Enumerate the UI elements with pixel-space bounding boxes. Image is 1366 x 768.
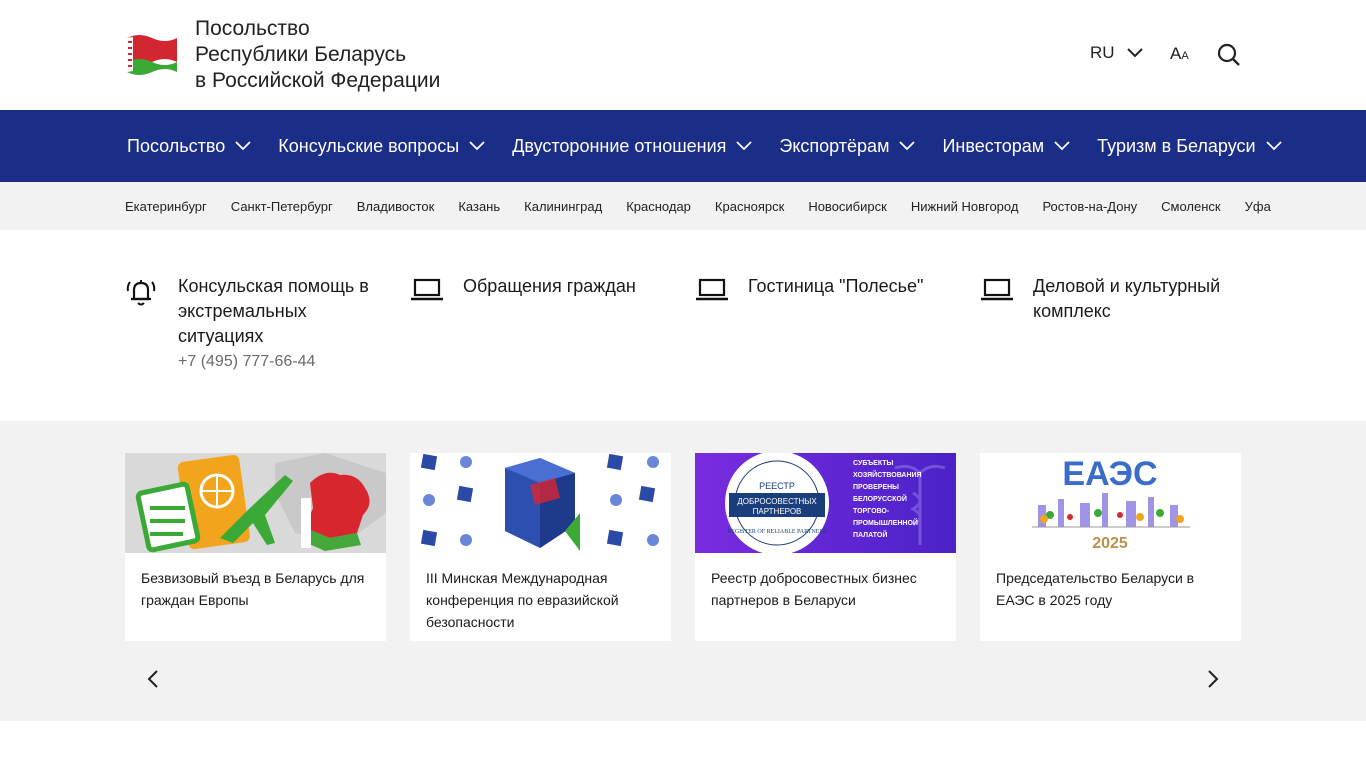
nav-item-label: Инвесторам <box>942 135 1045 156</box>
news-card-reliable-partners[interactable]: РЕЕСТР ДОБРОСОВЕСТНЫХ ПАРТНЕРОВ REGISTER… <box>695 453 956 641</box>
quick-link-citizens-appeals[interactable]: Обращения граждан <box>410 274 636 306</box>
language-label: RU <box>1090 43 1115 62</box>
card-title-line1: III Минская Международная <box>426 570 608 586</box>
font-size-toggle[interactable]: AA <box>1170 44 1189 64</box>
card-image <box>125 453 386 553</box>
card-title-line1: Безвизовый въезд в Беларусь для <box>141 570 365 586</box>
city-link[interactable]: Красноярск <box>715 199 784 214</box>
search-icon[interactable] <box>1217 43 1241 67</box>
nav-item-exporters[interactable]: Экспортёрам <box>779 135 916 157</box>
carousel-prev-arrow-icon[interactable] <box>146 669 160 689</box>
chevron-down-icon <box>1054 141 1070 151</box>
registry-badge-ring-text: REGISTER OF RELIABLE PARTNERS <box>727 529 827 535</box>
quick-link-title-line1: Гостиница "Полесье" <box>748 276 924 296</box>
card-title-line3: безопасности <box>426 614 515 630</box>
nav-item-label: Консульские вопросы <box>278 135 460 156</box>
registry-text-line: ПРОВЕРЕНЫ <box>853 484 899 491</box>
nav-item-label: Туризм в Беларуси <box>1097 135 1256 156</box>
quick-link-business-complex[interactable]: Деловой и культурный комплекс <box>980 274 1220 324</box>
registry-text-line: СУБЪЕКТЫ <box>853 460 894 467</box>
city-link[interactable]: Казань <box>458 199 500 214</box>
chevron-down-icon <box>1265 141 1282 151</box>
registry-text-line: БЕЛОРУССКОЙ <box>853 494 907 503</box>
nav-item-label: Экспортёрам <box>779 135 890 156</box>
alarm-bell-icon <box>126 280 156 306</box>
registry-text-line: ПАЛАТОЙ <box>853 530 887 539</box>
quick-link-hotel-polesie[interactable]: Гостиница "Полесье" <box>695 274 923 306</box>
nav-item-consular[interactable]: Консульские вопросы <box>278 136 485 157</box>
card-title-line2: ЕАЭС в 2025 году <box>996 592 1113 608</box>
card-title-line1: Реестр добросовестных бизнес <box>711 570 917 586</box>
card-image: ЕАЭС 2025 <box>980 453 1241 553</box>
quick-link-title-line3: ситуациях <box>178 326 264 346</box>
city-link[interactable]: Краснодар <box>626 199 691 214</box>
city-link[interactable]: Екатеринбург <box>125 199 207 214</box>
registry-badge-title: РЕЕСТР <box>759 481 795 491</box>
card-title-line2: партнеров в Беларуси <box>711 592 856 608</box>
nav-item-bilateral[interactable]: Двусторонние отношения <box>512 135 753 157</box>
quick-link-title-line1: Деловой и культурный <box>1033 276 1221 296</box>
chevron-down-icon <box>1126 48 1143 58</box>
quick-links: Консульская помощь в экстремальных ситуа… <box>0 230 1366 421</box>
site-title-line1: Посольство <box>195 17 310 40</box>
quick-link-title-line1: Консульская помощь в <box>178 276 369 296</box>
carousel-next-arrow-icon[interactable] <box>1206 669 1220 689</box>
city-link[interactable]: Санкт-Петербург <box>231 199 333 214</box>
registry-text-line: ПРОМЫШЛЕННОЙ <box>853 518 918 527</box>
laptop-icon <box>411 278 443 301</box>
city-link[interactable]: Нижний Новгород <box>911 199 1019 214</box>
font-size-big-label: A <box>1170 44 1182 63</box>
city-link[interactable]: Ростов-на-Дону <box>1042 199 1137 214</box>
quick-link-title-line2: экстремальных <box>178 301 307 321</box>
news-card-eaeu-chairmanship[interactable]: ЕАЭС 2025 Председательство Беларуси в ЕА… <box>980 453 1241 641</box>
consulates-city-bar: Екатеринбург Санкт-Петербург Владивосток… <box>0 182 1366 230</box>
card-image: РЕЕСТР ДОБРОСОВЕСТНЫХ ПАРТНЕРОВ REGISTER… <box>695 453 956 553</box>
city-link[interactable]: Калининград <box>524 199 602 214</box>
card-title-line1: Председательство Беларуси в <box>996 570 1195 586</box>
news-card-minsk-conference[interactable]: III Минская Международная конференция по… <box>410 453 671 641</box>
card-image <box>410 453 671 553</box>
quick-link-consular-help[interactable]: Консульская помощь в экстремальных ситуа… <box>125 274 369 371</box>
eaes-title: ЕАЭС <box>1062 455 1157 493</box>
city-link[interactable]: Смоленск <box>1161 199 1220 214</box>
font-size-small-label: A <box>1181 50 1189 62</box>
nav-item-investors[interactable]: Инвесторам <box>942 136 1070 157</box>
consular-phone[interactable]: +7 (495) 777-66-44 <box>178 353 369 371</box>
site-title-line3: в Российской Федерации <box>195 69 441 92</box>
laptop-icon <box>696 278 728 301</box>
card-title-line2: граждан Европы <box>141 592 249 608</box>
news-card-visa-free[interactable]: Безвизовый въезд в Беларусь для граждан … <box>125 453 386 641</box>
city-link[interactable]: Владивосток <box>357 199 435 214</box>
quick-link-title-line2: комплекс <box>1033 301 1111 321</box>
nav-item-embassy[interactable]: Посольство <box>127 136 251 157</box>
chevron-down-icon <box>899 141 916 151</box>
chevron-down-icon <box>235 141 251 151</box>
site-header: Посольство Республики Беларусь в Российс… <box>0 0 1366 110</box>
nav-item-label: Посольство <box>127 135 226 156</box>
laptop-icon <box>981 278 1013 301</box>
site-title[interactable]: Посольство Республики Беларусь в Российс… <box>195 16 440 94</box>
registry-badge-line3: ПАРТНЕРОВ <box>753 507 802 516</box>
nav-item-tourism[interactable]: Туризм в Беларуси <box>1097 135 1282 157</box>
quick-link-title-line1: Обращения граждан <box>463 276 636 296</box>
belarus-flag-logo[interactable] <box>125 32 179 76</box>
news-carousel: Безвизовый въезд в Беларусь для граждан … <box>0 421 1366 721</box>
nav-item-label: Двусторонние отношения <box>512 135 727 156</box>
registry-badge-line2: ДОБРОСОВЕСТНЫХ <box>737 497 817 506</box>
card-title-line2: конференция по евразийской <box>426 592 619 608</box>
city-link[interactable]: Новосибирск <box>808 199 887 214</box>
site-title-line2: Республики Беларусь <box>195 43 407 66</box>
registry-text-line: ТОРГОВО- <box>853 508 890 515</box>
language-selector[interactable]: RU <box>1090 43 1143 63</box>
registry-text-line: ХОЗЯЙСТВОВАНИЯ <box>853 470 922 479</box>
main-navigation: Посольство Консульские вопросы Двусторон… <box>0 110 1366 182</box>
chevron-down-icon <box>469 141 485 151</box>
city-link[interactable]: Уфа <box>1245 199 1271 214</box>
chevron-down-icon <box>736 141 753 151</box>
eaes-year: 2025 <box>1092 535 1128 552</box>
